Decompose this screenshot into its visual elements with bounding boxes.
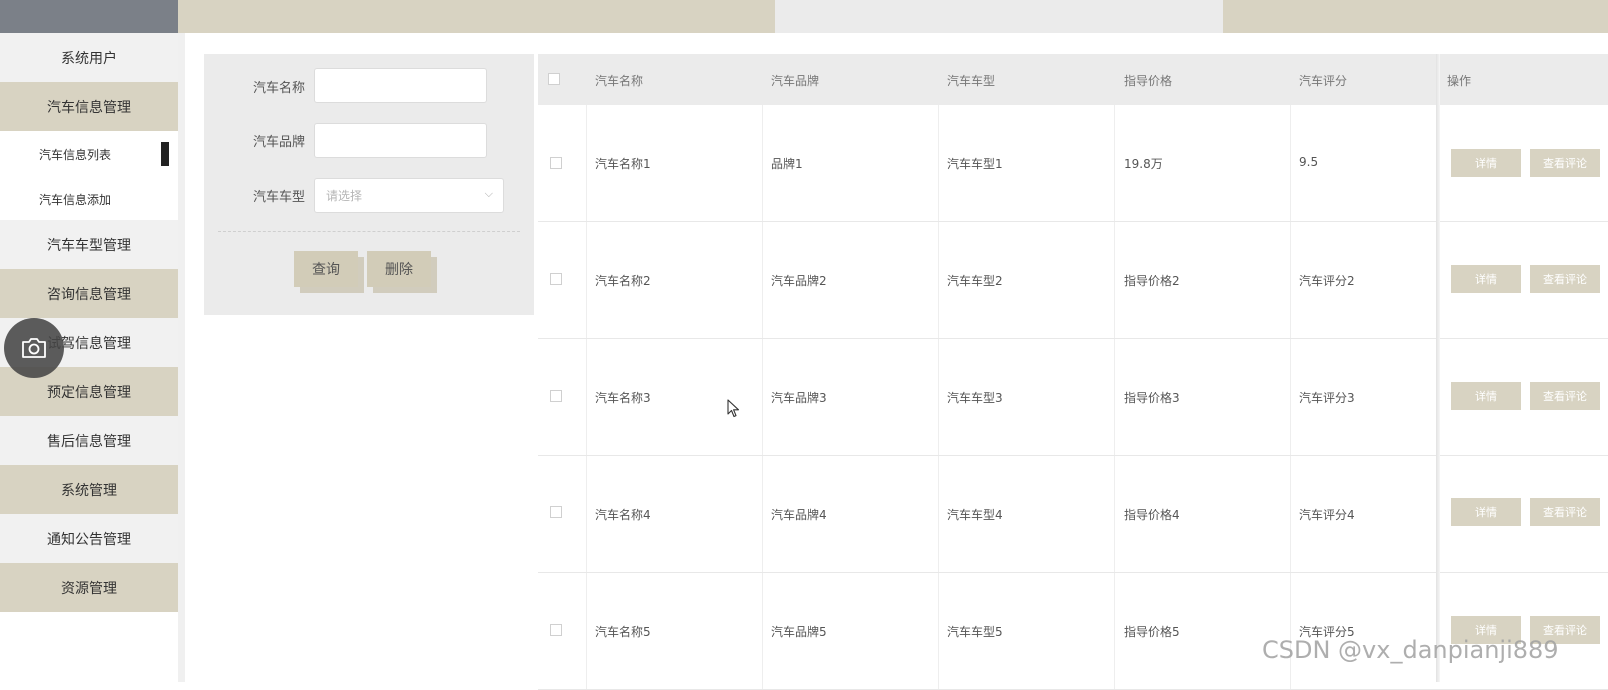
detail-button[interactable]: 详情 bbox=[1451, 265, 1521, 293]
sidebar-item-label: 系统用户 bbox=[61, 50, 117, 67]
top-bar-segment bbox=[1223, 0, 1608, 33]
sidebar-item-resource[interactable]: 资源管理 bbox=[0, 563, 178, 612]
camera-icon[interactable] bbox=[4, 318, 64, 378]
cell-price: 指导价格2 bbox=[1124, 274, 1180, 288]
cell-score: 9.5 bbox=[1299, 155, 1319, 169]
sidebar-item-consult[interactable]: 咨询信息管理 bbox=[0, 269, 178, 318]
sidebar-item-after-sales[interactable]: 售后信息管理 bbox=[0, 416, 178, 465]
cell-type: 汽车车型4 bbox=[947, 508, 1003, 522]
sidebar-item-notice[interactable]: 通知公告管理 bbox=[0, 514, 178, 563]
name-label: 汽车名称 bbox=[252, 81, 305, 96]
view-reviews-button[interactable]: 查看评论 bbox=[1530, 382, 1600, 410]
sidebar-item-label: 通知公告管理 bbox=[47, 531, 131, 548]
cell-type: 汽车车型3 bbox=[947, 391, 1003, 405]
cell-type: 汽车车型1 bbox=[947, 157, 1003, 171]
watermark: CSDN @vx_danpianji889 bbox=[1262, 636, 1559, 664]
sidebar-item-label: 售后信息管理 bbox=[47, 433, 131, 450]
cursor-arrow-icon bbox=[727, 399, 741, 423]
table-header: 汽车名称 汽车品牌 汽车车型 指导价格 汽车评分 操作 bbox=[538, 54, 1608, 105]
column-header-actions: 操作 bbox=[1447, 74, 1472, 88]
table-row: 汽车名称1 品牌1 汽车车型1 19.8万 9.5 详情 查看评论 bbox=[538, 105, 1608, 222]
table-row: 汽车名称2 汽车品牌2 汽车车型2 指导价格2 汽车评分2 详情 查看评论 bbox=[538, 222, 1608, 339]
row-checkbox[interactable] bbox=[550, 506, 562, 518]
detail-button[interactable]: 详情 bbox=[1451, 382, 1521, 410]
fixed-column-shadow bbox=[1436, 54, 1440, 682]
column-header-type[interactable]: 汽车车型 bbox=[947, 72, 995, 89]
detail-button[interactable]: 详情 bbox=[1451, 498, 1521, 526]
row-checkbox[interactable] bbox=[550, 157, 562, 169]
sidebar-item-system[interactable]: 系统管理 bbox=[0, 465, 178, 514]
cell-brand: 汽车品牌3 bbox=[771, 391, 827, 405]
top-bar-logo-area bbox=[0, 0, 178, 33]
column-header-name[interactable]: 汽车名称 bbox=[595, 72, 643, 89]
view-reviews-button[interactable]: 查看评论 bbox=[1530, 149, 1600, 177]
cell-name: 汽车名称2 bbox=[595, 274, 651, 288]
sidebar-item-users[interactable]: 系统用户 bbox=[0, 33, 178, 82]
row-checkbox[interactable] bbox=[550, 390, 562, 402]
chevron-down-icon: ⌵ bbox=[484, 187, 493, 200]
cell-brand: 品牌1 bbox=[771, 157, 803, 171]
sidebar-subitem-car-list[interactable]: 汽车信息列表 bbox=[0, 132, 178, 177]
cell-type: 汽车车型2 bbox=[947, 274, 1003, 288]
cell-brand: 汽车品牌5 bbox=[771, 625, 827, 639]
table-row: 汽车名称3 汽车品牌3 汽车车型3 指导价格3 汽车评分3 详情 查看评论 bbox=[538, 339, 1608, 456]
sidebar-item-label: 预定信息管理 bbox=[47, 384, 131, 401]
cell-price: 指导价格4 bbox=[1124, 508, 1180, 522]
table-row: 汽车名称5 汽车品牌5 汽车车型5 指导价格5 汽车评分5 详情 查看评论 bbox=[538, 573, 1608, 690]
top-bar-segment bbox=[178, 0, 775, 33]
cell-brand: 汽车品牌2 bbox=[771, 274, 827, 288]
column-header-price[interactable]: 指导价格 bbox=[1124, 72, 1172, 89]
sidebar-item-label: 汽车车型管理 bbox=[47, 237, 131, 254]
sidebar-item-label: 咨询信息管理 bbox=[47, 286, 131, 303]
cell-score: 汽车评分4 bbox=[1299, 508, 1355, 522]
type-select[interactable]: 请选择 ⌵ bbox=[314, 178, 504, 213]
delete-button[interactable]: 删除 bbox=[367, 251, 431, 287]
cell-brand: 汽车品牌4 bbox=[771, 508, 827, 522]
sidebar-subitem-label: 汽车信息列表 bbox=[39, 148, 112, 162]
cell-name: 汽车名称4 bbox=[595, 508, 651, 522]
active-indicator bbox=[161, 142, 169, 166]
sidebar-item-label: 系统管理 bbox=[61, 482, 117, 499]
type-select-placeholder: 请选择 bbox=[326, 189, 363, 203]
sidebar-item-car-info[interactable]: 汽车信息管理 bbox=[0, 82, 178, 131]
sidebar-item-car-type[interactable]: 汽车车型管理 bbox=[0, 220, 178, 269]
cell-score: 汽车评分2 bbox=[1299, 274, 1355, 288]
sidebar-item-label: 汽车信息管理 bbox=[47, 99, 131, 116]
sidebar-scroll-rail bbox=[178, 33, 185, 682]
table-row: 汽车名称4 汽车品牌4 汽车车型4 指导价格4 汽车评分4 详情 查看评论 bbox=[538, 456, 1608, 573]
cell-score: 汽车评分3 bbox=[1299, 391, 1355, 405]
divider bbox=[218, 231, 520, 232]
cell-type: 汽车车型5 bbox=[947, 625, 1003, 639]
detail-button[interactable]: 详情 bbox=[1451, 149, 1521, 177]
sidebar-subitem-label: 汽车信息添加 bbox=[39, 193, 112, 207]
select-all-checkbox[interactable] bbox=[548, 73, 560, 85]
query-button[interactable]: 查询 bbox=[294, 251, 358, 287]
type-label: 汽车车型 bbox=[252, 190, 305, 205]
cell-price: 指导价格5 bbox=[1124, 625, 1180, 639]
cell-price: 指导价格3 bbox=[1124, 391, 1180, 405]
cell-name: 汽车名称1 bbox=[595, 157, 651, 171]
sidebar-subitem-car-add[interactable]: 汽车信息添加 bbox=[0, 177, 178, 222]
sidebar-item-label: 资源管理 bbox=[61, 580, 117, 597]
view-reviews-button[interactable]: 查看评论 bbox=[1530, 265, 1600, 293]
brand-label: 汽车品牌 bbox=[252, 135, 305, 150]
brand-input[interactable] bbox=[314, 123, 487, 158]
row-checkbox[interactable] bbox=[550, 624, 562, 636]
column-header-brand[interactable]: 汽车品牌 bbox=[771, 72, 819, 89]
column-header-score[interactable]: 汽车评分 bbox=[1299, 72, 1347, 89]
cell-name: 汽车名称3 bbox=[595, 391, 651, 405]
view-reviews-button[interactable]: 查看评论 bbox=[1530, 498, 1600, 526]
cell-name: 汽车名称5 bbox=[595, 625, 651, 639]
name-input[interactable] bbox=[314, 68, 487, 103]
cell-price: 19.8万 bbox=[1124, 157, 1163, 171]
top-bar-segment bbox=[775, 0, 1223, 33]
row-checkbox[interactable] bbox=[550, 273, 562, 285]
data-table: 汽车名称 汽车品牌 汽车车型 指导价格 汽车评分 操作 汽车名称1 品牌1 汽车… bbox=[538, 54, 1608, 690]
